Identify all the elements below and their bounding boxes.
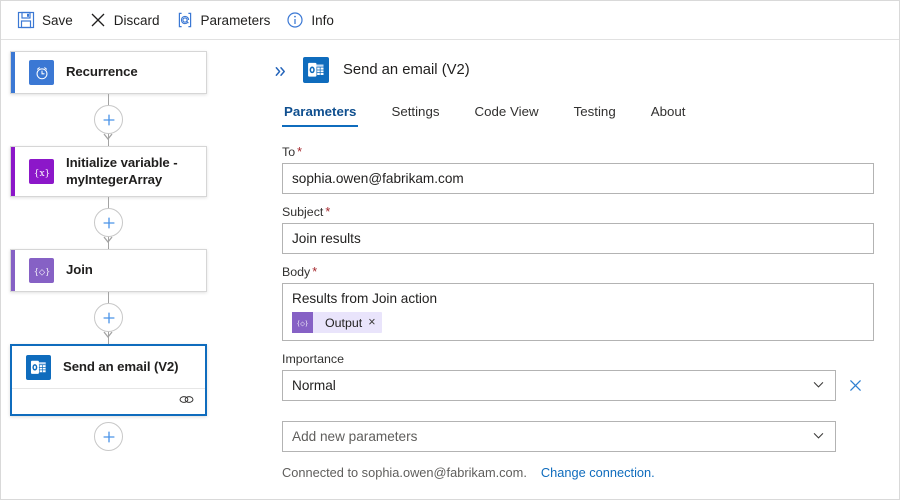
initialize-variable-icon: {x}: [29, 159, 54, 184]
connector-arrow: [103, 326, 113, 344]
discard-button[interactable]: Discard: [85, 5, 172, 35]
importance-label-row: Importance: [282, 352, 874, 366]
add-new-parameters-select[interactable]: Add new parameters: [282, 421, 836, 452]
save-button[interactable]: Save: [13, 5, 85, 35]
info-label: Info: [311, 13, 334, 28]
token-label: Output: [313, 316, 368, 330]
subject-label: Subject: [282, 205, 323, 219]
body-editor[interactable]: Results from Join action {◇} Output ×: [282, 283, 874, 341]
chevron-down-icon: [812, 429, 825, 445]
change-connection-link[interactable]: Change connection.: [541, 465, 655, 480]
panel-tabs: Parameters Settings Code View Testing Ab…: [252, 99, 899, 127]
parameters-at-icon: [176, 11, 194, 29]
chevron-down-icon: [812, 378, 825, 394]
outlook-icon: [26, 355, 51, 380]
connector-3: [10, 292, 207, 344]
field-to: To *: [282, 145, 874, 194]
info-circle-icon: [286, 11, 304, 29]
workflow-node-initialize-variable[interactable]: {x} Initialize variable - myIntegerArray: [10, 146, 207, 197]
recurrence-clock-icon: [29, 60, 54, 85]
required-asterisk: *: [297, 145, 302, 159]
add-action-button-4[interactable]: [94, 422, 123, 451]
action-details-panel: Send an email (V2) Parameters Settings C…: [252, 40, 899, 499]
svg-text:{◇}: {◇}: [33, 266, 50, 276]
workflow-canvas[interactable]: Recurrence: [1, 40, 252, 499]
panel-header: Send an email (V2): [252, 40, 899, 83]
workflow-node-join-block: {◇} Join: [10, 249, 207, 292]
workflow-node-join[interactable]: {◇} Join: [10, 249, 207, 292]
panel-title: Send an email (V2): [343, 62, 470, 78]
node-accent-bar: [11, 52, 15, 93]
discard-label: Discard: [114, 13, 160, 28]
workflow-node-recurrence-block: Recurrence: [10, 51, 207, 94]
node-title: Send an email (V2): [63, 359, 178, 376]
connector-2: [10, 197, 207, 249]
importance-select[interactable]: Normal: [282, 370, 836, 401]
add-new-parameters-label: Add new parameters: [292, 429, 417, 444]
parameters-form: To * Subject * Body: [252, 127, 899, 480]
connector-arrow: [103, 231, 113, 249]
save-icon: [17, 11, 35, 29]
node-accent-bar: [11, 250, 15, 291]
workflow-node-initialize-variable-block: {x} Initialize variable - myIntegerArray: [10, 146, 207, 197]
workflow-node-recurrence[interactable]: Recurrence: [10, 51, 207, 94]
discard-x-icon: [89, 11, 107, 29]
importance-value: Normal: [292, 378, 336, 393]
node-title: Join: [66, 262, 93, 279]
workflow-node-send-email-block: Send an email (V2): [10, 344, 207, 416]
delete-parameter-button[interactable]: [836, 378, 874, 393]
svg-text:{x}: {x}: [33, 168, 50, 178]
required-asterisk: *: [312, 265, 317, 279]
required-asterisk: *: [325, 205, 330, 219]
field-importance: Importance Normal: [282, 352, 874, 401]
info-button[interactable]: Info: [282, 5, 346, 35]
field-subject: Subject *: [282, 205, 874, 254]
node-title: Recurrence: [66, 64, 138, 81]
add-action-final: [10, 416, 207, 456]
logic-app-designer: Save Discard Parameters: [0, 0, 900, 500]
tab-about[interactable]: About: [649, 99, 688, 127]
join-token-icon: {◇}: [292, 312, 313, 333]
connector-arrow: [103, 128, 113, 146]
connector-1: [10, 94, 207, 146]
node-title: Initialize variable - myIntegerArray: [66, 155, 196, 188]
subject-input[interactable]: [282, 223, 874, 254]
join-icon: {◇}: [29, 258, 54, 283]
parameters-label: Parameters: [201, 13, 271, 28]
to-input[interactable]: [282, 163, 874, 194]
body-text: Results from Join action: [292, 290, 864, 308]
field-body: Body * Results from Join action {◇} Outp…: [282, 265, 874, 341]
connection-link-icon[interactable]: [178, 393, 195, 411]
body-label-row: Body *: [282, 265, 874, 279]
importance-row: Normal: [282, 370, 874, 401]
field-add-new-parameters: Add new parameters: [282, 421, 874, 452]
svg-text:{◇}: {◇}: [296, 321, 308, 328]
body-label: Body: [282, 265, 310, 279]
connection-status-row: Connected to sophia.owen@fabrikam.com. C…: [282, 465, 874, 480]
importance-label: Importance: [282, 352, 344, 366]
to-label-row: To *: [282, 145, 874, 159]
chevron-double-right-icon[interactable]: [269, 63, 291, 78]
tab-settings[interactable]: Settings: [389, 99, 441, 127]
designer-toolbar: Save Discard Parameters: [1, 1, 899, 40]
parameters-button[interactable]: Parameters: [172, 5, 283, 35]
node-connection-footer: [12, 388, 205, 414]
subject-label-row: Subject *: [282, 205, 874, 219]
workflow-node-send-email[interactable]: Send an email (V2): [10, 344, 207, 416]
workflow-graph: Recurrence: [10, 51, 210, 456]
tab-testing[interactable]: Testing: [572, 99, 618, 127]
designer-body: Recurrence: [1, 40, 899, 499]
save-label: Save: [42, 13, 73, 28]
node-accent-bar: [11, 147, 15, 196]
tab-parameters[interactable]: Parameters: [282, 99, 358, 127]
outlook-icon: [303, 57, 329, 83]
tab-code-view[interactable]: Code View: [473, 99, 541, 127]
dynamic-content-token[interactable]: {◇} Output ×: [292, 312, 382, 333]
connection-status-text: Connected to sophia.owen@fabrikam.com.: [282, 465, 527, 480]
token-remove-icon[interactable]: ×: [368, 316, 375, 329]
to-label: To: [282, 145, 295, 159]
